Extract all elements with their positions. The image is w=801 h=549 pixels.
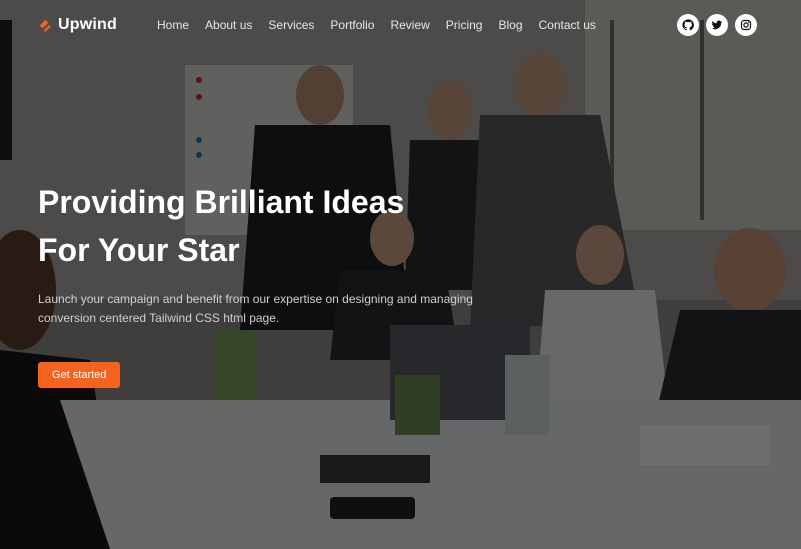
- github-link[interactable]: [677, 14, 699, 36]
- nav-item-pricing[interactable]: Pricing: [446, 18, 483, 32]
- main-menu: Home About us Services Portfolio Review …: [157, 18, 612, 32]
- brand-logo[interactable]: Upwind: [38, 16, 117, 34]
- twitter-link[interactable]: [706, 14, 728, 36]
- navbar: Upwind Home About us Services Portfolio …: [0, 0, 801, 52]
- nav-item-about-us[interactable]: About us: [205, 18, 252, 32]
- hero-description: Launch your campaign and benefit from ou…: [38, 292, 473, 325]
- nav-item-portfolio[interactable]: Portfolio: [330, 18, 374, 32]
- brand-name: Upwind: [58, 16, 117, 33]
- nav-item-blog[interactable]: Blog: [498, 18, 522, 32]
- logo-icon: [39, 19, 52, 32]
- nav-item-contact-us[interactable]: Contact us: [539, 18, 596, 32]
- hero-content: Providing Brilliant Ideas For Your Star …: [38, 178, 578, 388]
- nav-item-services[interactable]: Services: [268, 18, 314, 32]
- get-started-button[interactable]: Get started: [38, 362, 121, 388]
- social-links: [670, 14, 757, 36]
- instagram-link[interactable]: [735, 14, 757, 36]
- github-icon: [682, 19, 694, 31]
- twitter-icon: [711, 20, 723, 30]
- instagram-icon: [740, 19, 752, 31]
- hero-title-line-1: Providing Brilliant Ideas: [38, 184, 405, 220]
- nav-item-review[interactable]: Review: [390, 18, 429, 32]
- hero-title-line-2: For Your Star: [38, 232, 240, 268]
- nav-item-home[interactable]: Home: [157, 18, 189, 32]
